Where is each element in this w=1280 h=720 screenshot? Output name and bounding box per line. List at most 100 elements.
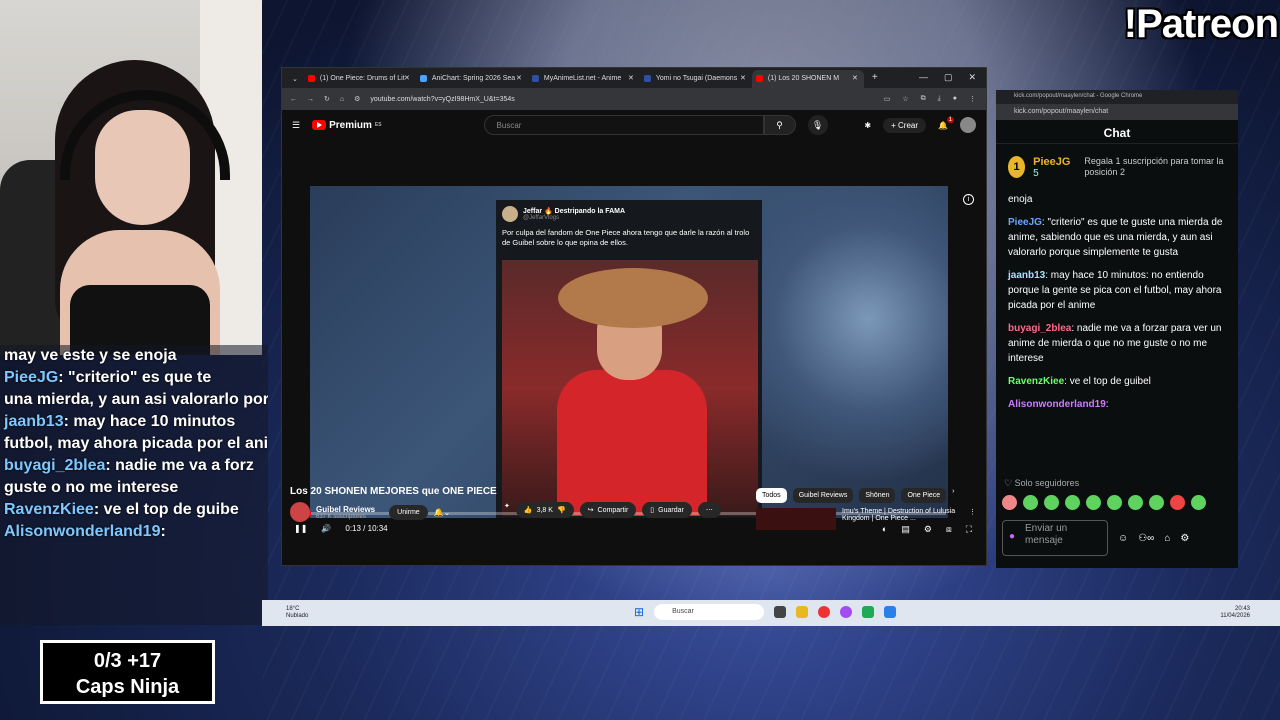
system-clock[interactable]: 20:43 11/04/2026 — [1220, 606, 1250, 620]
video-player[interactable]: Jeffar 🔥 Destripando la FAMA @JeffarVlog… — [310, 186, 948, 518]
tweet-author: Jeffar 🔥 Destripando la FAMA — [523, 208, 626, 215]
emote-icon[interactable] — [1065, 495, 1080, 510]
emote-icon[interactable] — [1128, 495, 1143, 510]
emote-icon[interactable] — [1044, 495, 1059, 510]
more-actions-button[interactable]: ⋯ — [697, 502, 721, 518]
volume-icon[interactable]: 🔊 — [321, 524, 331, 533]
tab-close-icon[interactable]: ✕ — [628, 74, 634, 82]
app-icon[interactable] — [884, 606, 897, 618]
store-icon[interactable]: ⌂ — [1164, 533, 1170, 544]
emote-icon[interactable] — [1191, 495, 1206, 510]
overlay-chat-line: una mierda, y aun asi valorarlo por — [0, 389, 268, 411]
chat-settings-icon[interactable]: ⚙ — [1180, 533, 1189, 544]
chrome-icon[interactable] — [818, 606, 831, 618]
reload-icon[interactable]: ↻ — [324, 95, 330, 103]
hamburger-menu-icon[interactable]: ☰ — [292, 120, 300, 131]
browser-tab[interactable]: (1) Los 20 SHONEN M ✕ — [751, 70, 864, 88]
save-button[interactable]: ▯ Guardar — [642, 502, 692, 518]
chat-messages: enoja PieeJG: "criterio" es que te guste… — [996, 190, 1238, 422]
minimize-button[interactable]: — — [919, 72, 928, 83]
gear-icon[interactable]: ✱ — [864, 121, 871, 130]
url-field[interactable]: youtube.com/watch?v=yQzI98HmX_U&t=354s — [370, 96, 514, 103]
emote-icon[interactable] — [1170, 495, 1185, 510]
chat-username[interactable]: RavenzKiee — [1008, 376, 1064, 387]
voice-search-button[interactable]: 🎙 — [807, 115, 828, 135]
account-avatar[interactable] — [960, 117, 976, 133]
search-button[interactable]: ⚲ — [763, 115, 796, 135]
downloads-icon[interactable]: ⤓ — [938, 95, 941, 103]
tab-close-icon[interactable]: ✕ — [516, 74, 522, 82]
new-tab-button[interactable]: + — [864, 72, 886, 88]
chat-username[interactable]: PieeJG — [1008, 217, 1042, 228]
emote-icon[interactable] — [1107, 495, 1122, 510]
close-window-button[interactable]: ✕ — [968, 72, 976, 83]
browser-tab[interactable]: Yomi no Tsugai (Daemons ✕ — [640, 70, 752, 88]
browser-tab[interactable]: MyAnimeList.net - Anime ✕ — [528, 70, 640, 88]
recommended-thumbnail[interactable] — [756, 508, 836, 530]
chat-message-input[interactable]: ● Enviar un mensaje — [1002, 520, 1108, 556]
chrome-menu-icon[interactable]: ⋮ — [969, 95, 976, 103]
users-icon[interactable]: ⚇∞ — [1138, 533, 1154, 544]
tab-search-icon[interactable]: ⌄ — [286, 75, 304, 88]
tab-close-icon[interactable]: ✕ — [404, 74, 410, 82]
file-explorer-icon[interactable] — [796, 606, 809, 618]
weather-desc: Nublado — [286, 613, 309, 619]
chat-username[interactable]: jaanb13 — [1008, 270, 1045, 281]
emoji-icon[interactable]: ☺ — [1118, 533, 1128, 544]
subscription-bell-icon[interactable]: 🔔⌄ — [434, 508, 451, 517]
join-button[interactable]: Unirme — [389, 504, 428, 520]
filter-chip[interactable]: Shōnen — [859, 488, 896, 503]
video-info-icon[interactable]: i — [963, 194, 974, 205]
tab-close-icon[interactable]: ✕ — [740, 74, 746, 82]
pause-icon[interactable]: ❚❚ — [294, 524, 307, 533]
subscriber-count: 637 K suscriptores — [316, 513, 366, 520]
create-button[interactable]: + Crear — [883, 117, 927, 133]
filter-chip[interactable]: Todos — [756, 488, 787, 503]
app-icon[interactable] — [840, 606, 853, 618]
forward-icon[interactable]: → — [307, 96, 314, 103]
emote-icon[interactable] — [1149, 495, 1164, 510]
emote-icon[interactable] — [1023, 495, 1038, 510]
start-button[interactable]: ⊞ — [634, 605, 644, 619]
recommended-menu-icon[interactable]: ⋮ — [969, 508, 976, 530]
profile-icon[interactable]: ● — [953, 95, 957, 103]
filter-chip[interactable]: Guibel Reviews — [792, 488, 854, 503]
save-label: Guardar — [658, 506, 684, 514]
chevron-right-icon[interactable]: › — [952, 488, 954, 503]
search-input[interactable]: Buscar — [483, 115, 764, 135]
kick-url[interactable]: kick.com/popout/maaylen/chat — [996, 104, 1238, 120]
emote-icon[interactable] — [1086, 495, 1101, 510]
chat-username[interactable]: buyagi_2blea — [1008, 323, 1071, 334]
tab-close-icon[interactable]: ✕ — [852, 74, 858, 82]
cast-icon[interactable]: ▭ — [884, 95, 891, 103]
mic-icon[interactable]: ● — [1009, 531, 1015, 543]
back-icon[interactable]: ← — [290, 96, 297, 103]
channel-name[interactable]: Guibel Reviews — [316, 505, 375, 514]
recommended-video[interactable]: Imu's Theme | Destruction of Lulusia Kin… — [756, 508, 976, 530]
notifications-bell-icon[interactable]: 🔔 1 — [938, 116, 954, 130]
sparkle-icon[interactable]: ✦ — [504, 502, 510, 518]
maximize-button[interactable]: ▢ — [944, 72, 953, 83]
youtube-logo[interactable]: Premium ES — [312, 120, 382, 131]
site-info-icon[interactable]: ⚙ — [354, 95, 360, 103]
extensions-icon[interactable]: ⧉ — [921, 95, 926, 103]
app-icon[interactable] — [862, 606, 875, 618]
thumbs-down-icon[interactable]: 👎 — [557, 506, 566, 514]
browser-tab[interactable]: (1) One Piece: Drums of Lit ✕ — [304, 70, 416, 88]
filter-chip[interactable]: One Piece — [901, 488, 947, 503]
taskbar-search[interactable]: Buscar — [654, 604, 765, 620]
microphone-icon: 🎙 — [811, 119, 824, 130]
emote-icon[interactable] — [1002, 495, 1017, 510]
share-button[interactable]: ↪ Compartir — [579, 502, 637, 518]
gifter-name[interactable]: PieeJG — [1033, 156, 1070, 168]
weather-widget[interactable]: 18°C Nublado — [262, 606, 308, 620]
recommended-title[interactable]: Imu's Theme | Destruction of Lulusia Kin… — [842, 508, 963, 530]
chat-username[interactable]: Alisonwonderland19 — [1008, 399, 1106, 410]
home-icon[interactable]: ⌂ — [340, 96, 344, 103]
task-view-icon[interactable] — [774, 606, 787, 618]
bookmark-star-icon[interactable]: ☆ — [902, 95, 908, 103]
like-button[interactable]: 👍 3,8 K 👎 — [515, 502, 574, 518]
browser-tab[interactable]: AniChart: Spring 2026 Sea ✕ — [416, 70, 528, 88]
channel-avatar[interactable] — [290, 502, 310, 522]
gift-prompt[interactable]: Regala 1 suscripción para tomar la posic… — [1084, 156, 1226, 178]
